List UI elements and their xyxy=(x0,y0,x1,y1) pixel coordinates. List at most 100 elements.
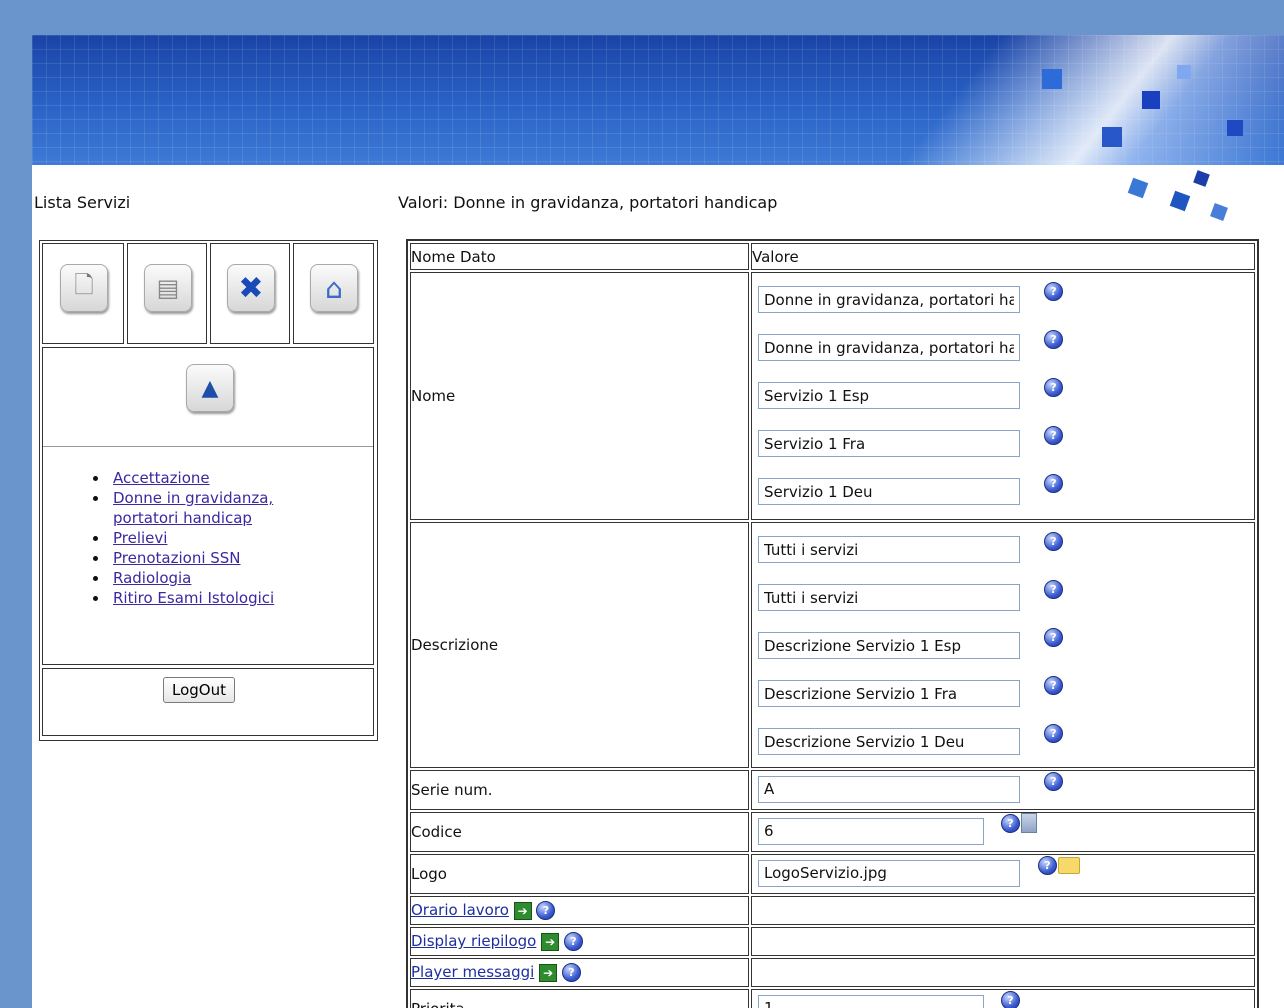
row-label-logo: Logo xyxy=(410,854,749,894)
row-label-serie: Serie num. xyxy=(410,770,749,810)
row-label-nome: Nome xyxy=(410,272,749,520)
page: Lista Servizi Valori: Donne in gravidanz… xyxy=(32,35,1284,1008)
descrizione-field-fra[interactable] xyxy=(758,680,1020,707)
row-label-priorita: Priorita xyxy=(410,989,749,1008)
nome-field-deu[interactable] xyxy=(758,478,1020,505)
go-arrow-icon[interactable]: ➔ xyxy=(513,902,532,920)
go-arrow-icon[interactable]: ➔ xyxy=(541,933,560,951)
service-link-prenotazioni-ssn[interactable]: Prenotazioni SSN xyxy=(113,549,241,567)
row-label-display: Display riepilogo ➔ ? xyxy=(410,927,749,956)
table-row-orario: Orario lavoro ➔ ? xyxy=(410,896,1255,925)
help-icon[interactable]: ? xyxy=(1044,676,1063,695)
list-item: Prenotazioni SSN xyxy=(87,548,323,568)
divider xyxy=(43,446,373,447)
toolbar-cell-copy: ▤ xyxy=(127,243,207,344)
table-row-priorita: Priorita ? xyxy=(410,989,1255,1008)
copy-icon[interactable]: ▤ xyxy=(144,264,192,312)
display-riepilogo-link[interactable]: Display riepilogo xyxy=(411,932,536,950)
descrizione-field-ita[interactable] xyxy=(758,536,1020,563)
help-icon[interactable]: ? xyxy=(1044,628,1063,647)
logo-value: ? xyxy=(751,854,1255,894)
list-item: Radiologia xyxy=(87,568,323,588)
services-panel: 🗋 ▤ ✖ ⌂ ▲ Accettazione Donne in gravidan… xyxy=(39,240,378,741)
row-label-codice: Codice xyxy=(410,812,749,852)
table-row-serie: Serie num. ? xyxy=(410,770,1255,810)
serie-value: ? xyxy=(751,770,1255,810)
nome-field-fra[interactable] xyxy=(758,430,1020,457)
orario-value xyxy=(751,896,1255,925)
help-icon[interactable]: ? xyxy=(1044,771,1063,791)
codice-value: ? xyxy=(751,812,1255,852)
serie-field[interactable] xyxy=(758,775,1020,803)
player-messaggi-link[interactable]: Player messaggi xyxy=(411,963,534,981)
logo-field[interactable] xyxy=(758,859,1020,887)
priorita-field[interactable] xyxy=(758,994,984,1008)
logout-button[interactable]: LogOut xyxy=(163,677,235,703)
help-icon[interactable]: ? xyxy=(1001,813,1020,833)
column-header-nome-dato: Nome Dato xyxy=(410,243,749,270)
home-icon[interactable]: ⌂ xyxy=(310,264,358,312)
toolbar-cell-new: 🗋 xyxy=(42,243,124,344)
header-banner xyxy=(32,35,1284,165)
toolbar-cell-delete: ✖ xyxy=(210,243,290,344)
help-icon[interactable]: ? xyxy=(1044,330,1063,349)
scroll-up-icon[interactable]: ▲ xyxy=(186,364,234,412)
service-link-donne-gravidanza[interactable]: Donne in gravidanza, portatori handicap xyxy=(113,488,323,528)
orario-lavoro-link[interactable]: Orario lavoro xyxy=(411,901,509,919)
nome-values: ? ? ? ? ? xyxy=(751,272,1255,520)
descrizione-values: ? ? ? ? ? xyxy=(751,522,1255,768)
service-link-accettazione[interactable]: Accettazione xyxy=(113,469,210,487)
services-list-box: ▲ Accettazione Donne in gravidanza, port… xyxy=(42,347,374,665)
player-value xyxy=(751,958,1255,987)
help-icon[interactable]: ? xyxy=(1044,282,1063,301)
help-icon[interactable]: ? xyxy=(1044,378,1063,397)
help-icon[interactable]: ? xyxy=(563,932,583,951)
column-header-valore: Valore xyxy=(751,243,1255,270)
logout-box: LogOut xyxy=(42,668,374,736)
descrizione-field-deu[interactable] xyxy=(758,728,1020,755)
table-row-display: Display riepilogo ➔ ? xyxy=(410,927,1255,956)
help-icon[interactable]: ? xyxy=(1044,474,1063,493)
calculator-icon[interactable] xyxy=(1021,812,1037,833)
help-icon[interactable]: ? xyxy=(1038,855,1057,875)
descrizione-field-esp[interactable] xyxy=(758,632,1020,659)
help-icon[interactable]: ? xyxy=(1044,532,1063,551)
services-list: Accettazione Donne in gravidanza, portat… xyxy=(87,468,323,608)
priorita-value: ? xyxy=(751,989,1255,1008)
list-item: Donne in gravidanza, portatori handicap xyxy=(87,488,323,528)
help-icon[interactable]: ? xyxy=(1001,990,1020,1008)
row-label-player: Player messaggi ➔ ? xyxy=(410,958,749,987)
service-link-ritiro-esami[interactable]: Ritiro Esami Istologici xyxy=(113,589,274,607)
help-icon[interactable]: ? xyxy=(1044,426,1063,445)
list-item: Prelievi xyxy=(87,528,323,548)
list-item: Ritiro Esami Istologici xyxy=(87,588,323,608)
services-list-title: Lista Servizi xyxy=(34,193,131,212)
table-row-descrizione: Descrizione ? ? ? ? ? xyxy=(410,522,1255,768)
toolbar-cell-home: ⌂ xyxy=(293,243,374,344)
nome-field-eng[interactable] xyxy=(758,334,1020,361)
nome-field-esp[interactable] xyxy=(758,382,1020,409)
table-row-codice: Codice ? xyxy=(410,812,1255,852)
new-icon[interactable]: 🗋 xyxy=(60,264,108,312)
folder-icon[interactable] xyxy=(1058,856,1080,874)
service-link-radiologia[interactable]: Radiologia xyxy=(113,569,191,587)
row-label-descrizione: Descrizione xyxy=(410,522,749,768)
display-value xyxy=(751,927,1255,956)
list-item: Accettazione xyxy=(87,468,323,488)
row-label-orario: Orario lavoro ➔ ? xyxy=(410,896,749,925)
descrizione-field-eng[interactable] xyxy=(758,584,1020,611)
table-row-player: Player messaggi ➔ ? xyxy=(410,958,1255,987)
help-icon[interactable]: ? xyxy=(561,963,581,982)
help-icon[interactable]: ? xyxy=(1044,724,1063,743)
table-header-row: Nome Dato Valore xyxy=(410,243,1255,270)
nome-field-ita[interactable] xyxy=(758,286,1020,313)
help-icon[interactable]: ? xyxy=(536,901,556,920)
help-icon[interactable]: ? xyxy=(1044,580,1063,599)
table-row-logo: Logo ? xyxy=(410,854,1255,894)
delete-icon[interactable]: ✖ xyxy=(227,264,275,312)
service-link-prelievi[interactable]: Prelievi xyxy=(113,529,167,547)
go-arrow-icon[interactable]: ➔ xyxy=(539,964,558,982)
values-title: Valori: Donne in gravidanza, portatori h… xyxy=(398,193,778,212)
values-table: Nome Dato Valore Nome ? ? ? ? ? Descrizi… xyxy=(406,239,1259,1008)
codice-field[interactable] xyxy=(758,817,984,845)
